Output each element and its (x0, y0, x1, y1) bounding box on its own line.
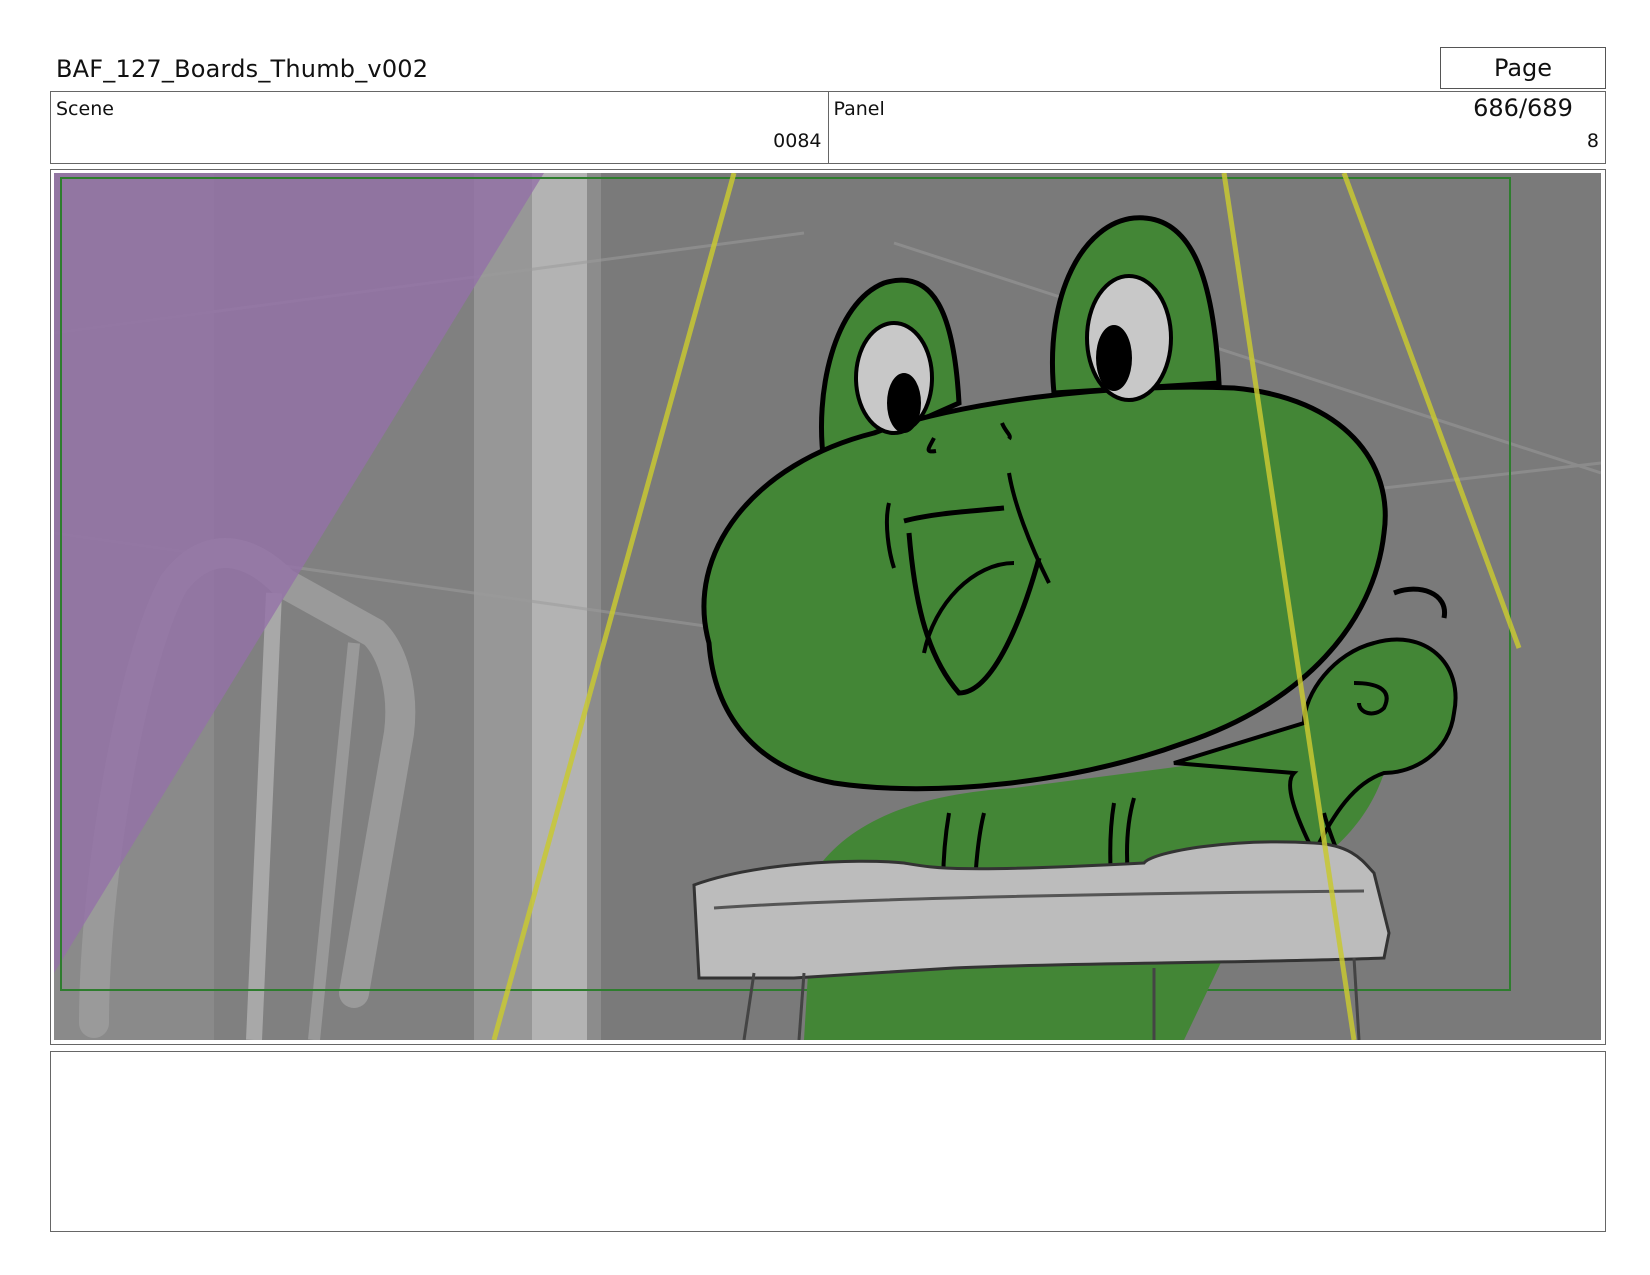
panel-number: 8 (1586, 130, 1599, 152)
pillar (474, 173, 532, 1040)
scene-panel-info-row: Scene 0084 Panel 8 (50, 91, 1606, 164)
panel-cell: Panel 8 (827, 92, 1606, 163)
frog-storyboard-drawing (54, 173, 1601, 1040)
scene-cell: Scene 0084 (51, 92, 828, 163)
right-eye (1085, 274, 1173, 402)
panel-label: Panel (833, 98, 885, 120)
document-title: BAF_127_Boards_Thumb_v002 (56, 55, 429, 83)
storyboard-panel (50, 169, 1606, 1045)
notes-area (50, 1051, 1606, 1232)
scene-label: Scene (56, 98, 114, 120)
right-pupil (1096, 325, 1132, 391)
pillar-edge (587, 173, 601, 1040)
page-number-box: Page 686/689 (1440, 47, 1606, 122)
left-pupil (887, 373, 921, 433)
scene-number: 0084 (773, 130, 822, 152)
